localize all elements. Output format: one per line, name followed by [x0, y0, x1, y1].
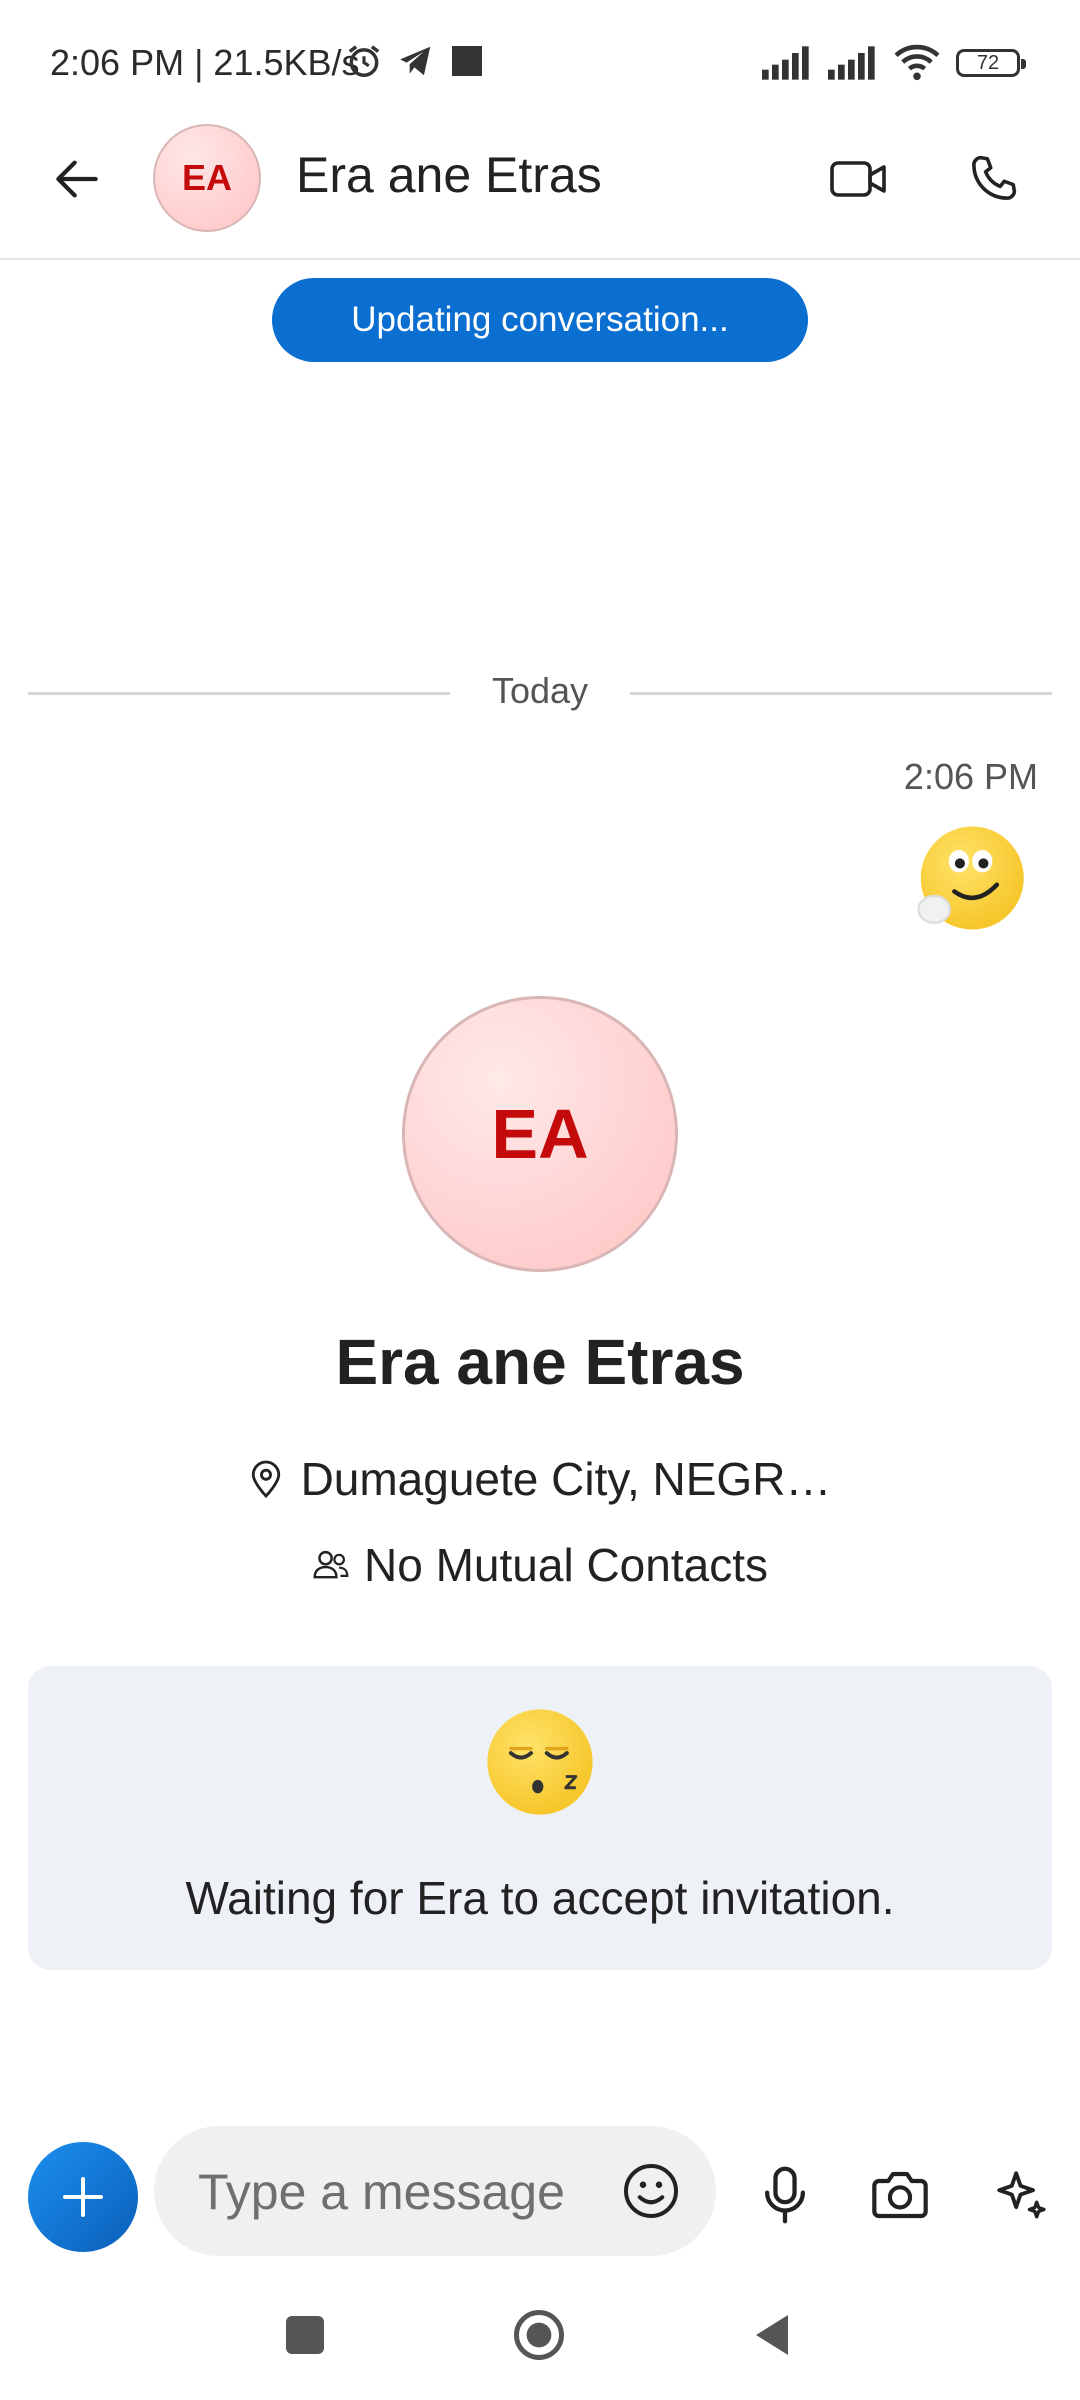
microphone-icon [764, 2166, 806, 2224]
phone-icon [972, 155, 1017, 200]
message-time: 2:06 PM [903, 756, 1038, 797]
add-button[interactable] [28, 2142, 138, 2252]
status-icons-right: 72 [762, 44, 1026, 82]
invite-text: Waiting for Era to accept invitation. [185, 1872, 895, 1924]
status-icons-left [345, 42, 485, 80]
arrow-left-icon [56, 160, 98, 198]
invitation-card: Waiting for Era to accept invitation. [28, 1666, 1052, 1970]
back-button[interactable] [46, 148, 108, 210]
camera-button[interactable] [864, 2160, 936, 2230]
camera-icon [872, 2171, 928, 2219]
recents-nav-button[interactable] [286, 2316, 324, 2354]
microphone-button[interactable] [752, 2160, 818, 2230]
message-input[interactable] [196, 2156, 600, 2228]
message-composer [154, 2126, 716, 2256]
sparkle-icon [997, 2171, 1046, 2219]
status-bar: 2:06 PM | 21.5KB/s 72 [0, 0, 1080, 120]
telegram-icon [400, 46, 431, 76]
divider-line-left [28, 692, 450, 695]
emoji-button[interactable] [616, 2156, 686, 2226]
message-bubble[interactable] [914, 822, 1026, 934]
date-label: Today [491, 670, 589, 711]
smiley-icon [624, 2164, 678, 2218]
profile-avatar[interactable]: EA [402, 996, 678, 1272]
wifi-icon [894, 44, 940, 81]
updating-banner: Updating conversation... [272, 278, 808, 362]
thinking-emoji-icon [917, 826, 1024, 930]
contact-name[interactable]: Era ane Etras [296, 146, 602, 204]
contacts-icon [313, 1550, 349, 1579]
mutual-contacts-text: No Mutual Contacts [364, 1539, 768, 1591]
invite-emoji [484, 1706, 596, 1818]
signal-icon-2 [828, 46, 875, 80]
video-call-button[interactable] [826, 148, 892, 210]
avatar[interactable]: EA [153, 124, 261, 232]
triangle-back-icon [756, 2315, 788, 2355]
profile-name: Era ane Etras [335, 1326, 745, 1398]
chat-header: EA Era ane Etras [0, 120, 1080, 260]
home-circle-icon [514, 2310, 564, 2360]
signal-icon-1 [762, 46, 809, 80]
battery-indicator: 72 [956, 49, 1026, 77]
status-time: 2:06 PM | 21.5KB/s [50, 42, 360, 83]
divider-line-right [630, 692, 1052, 695]
home-nav-button[interactable] [512, 2308, 566, 2362]
sleeping-emoji-icon [487, 1709, 593, 1815]
location-pin-icon [251, 1460, 280, 1499]
plus-icon [63, 2177, 103, 2217]
alarm-icon [348, 45, 380, 77]
video-camera-icon [830, 161, 886, 197]
ai-sparkle-button[interactable] [986, 2160, 1056, 2230]
back-nav-button[interactable] [752, 2310, 792, 2360]
mutual-contacts: No Mutual Contacts [0, 1538, 1080, 1592]
date-divider: Today [28, 670, 1052, 720]
location-text: Dumaguete City, NEGR… [300, 1453, 832, 1505]
square-notification-icon [452, 46, 482, 76]
voice-call-button[interactable] [962, 148, 1024, 210]
profile-location: Dumaguete City, NEGR… [0, 1452, 1080, 1506]
